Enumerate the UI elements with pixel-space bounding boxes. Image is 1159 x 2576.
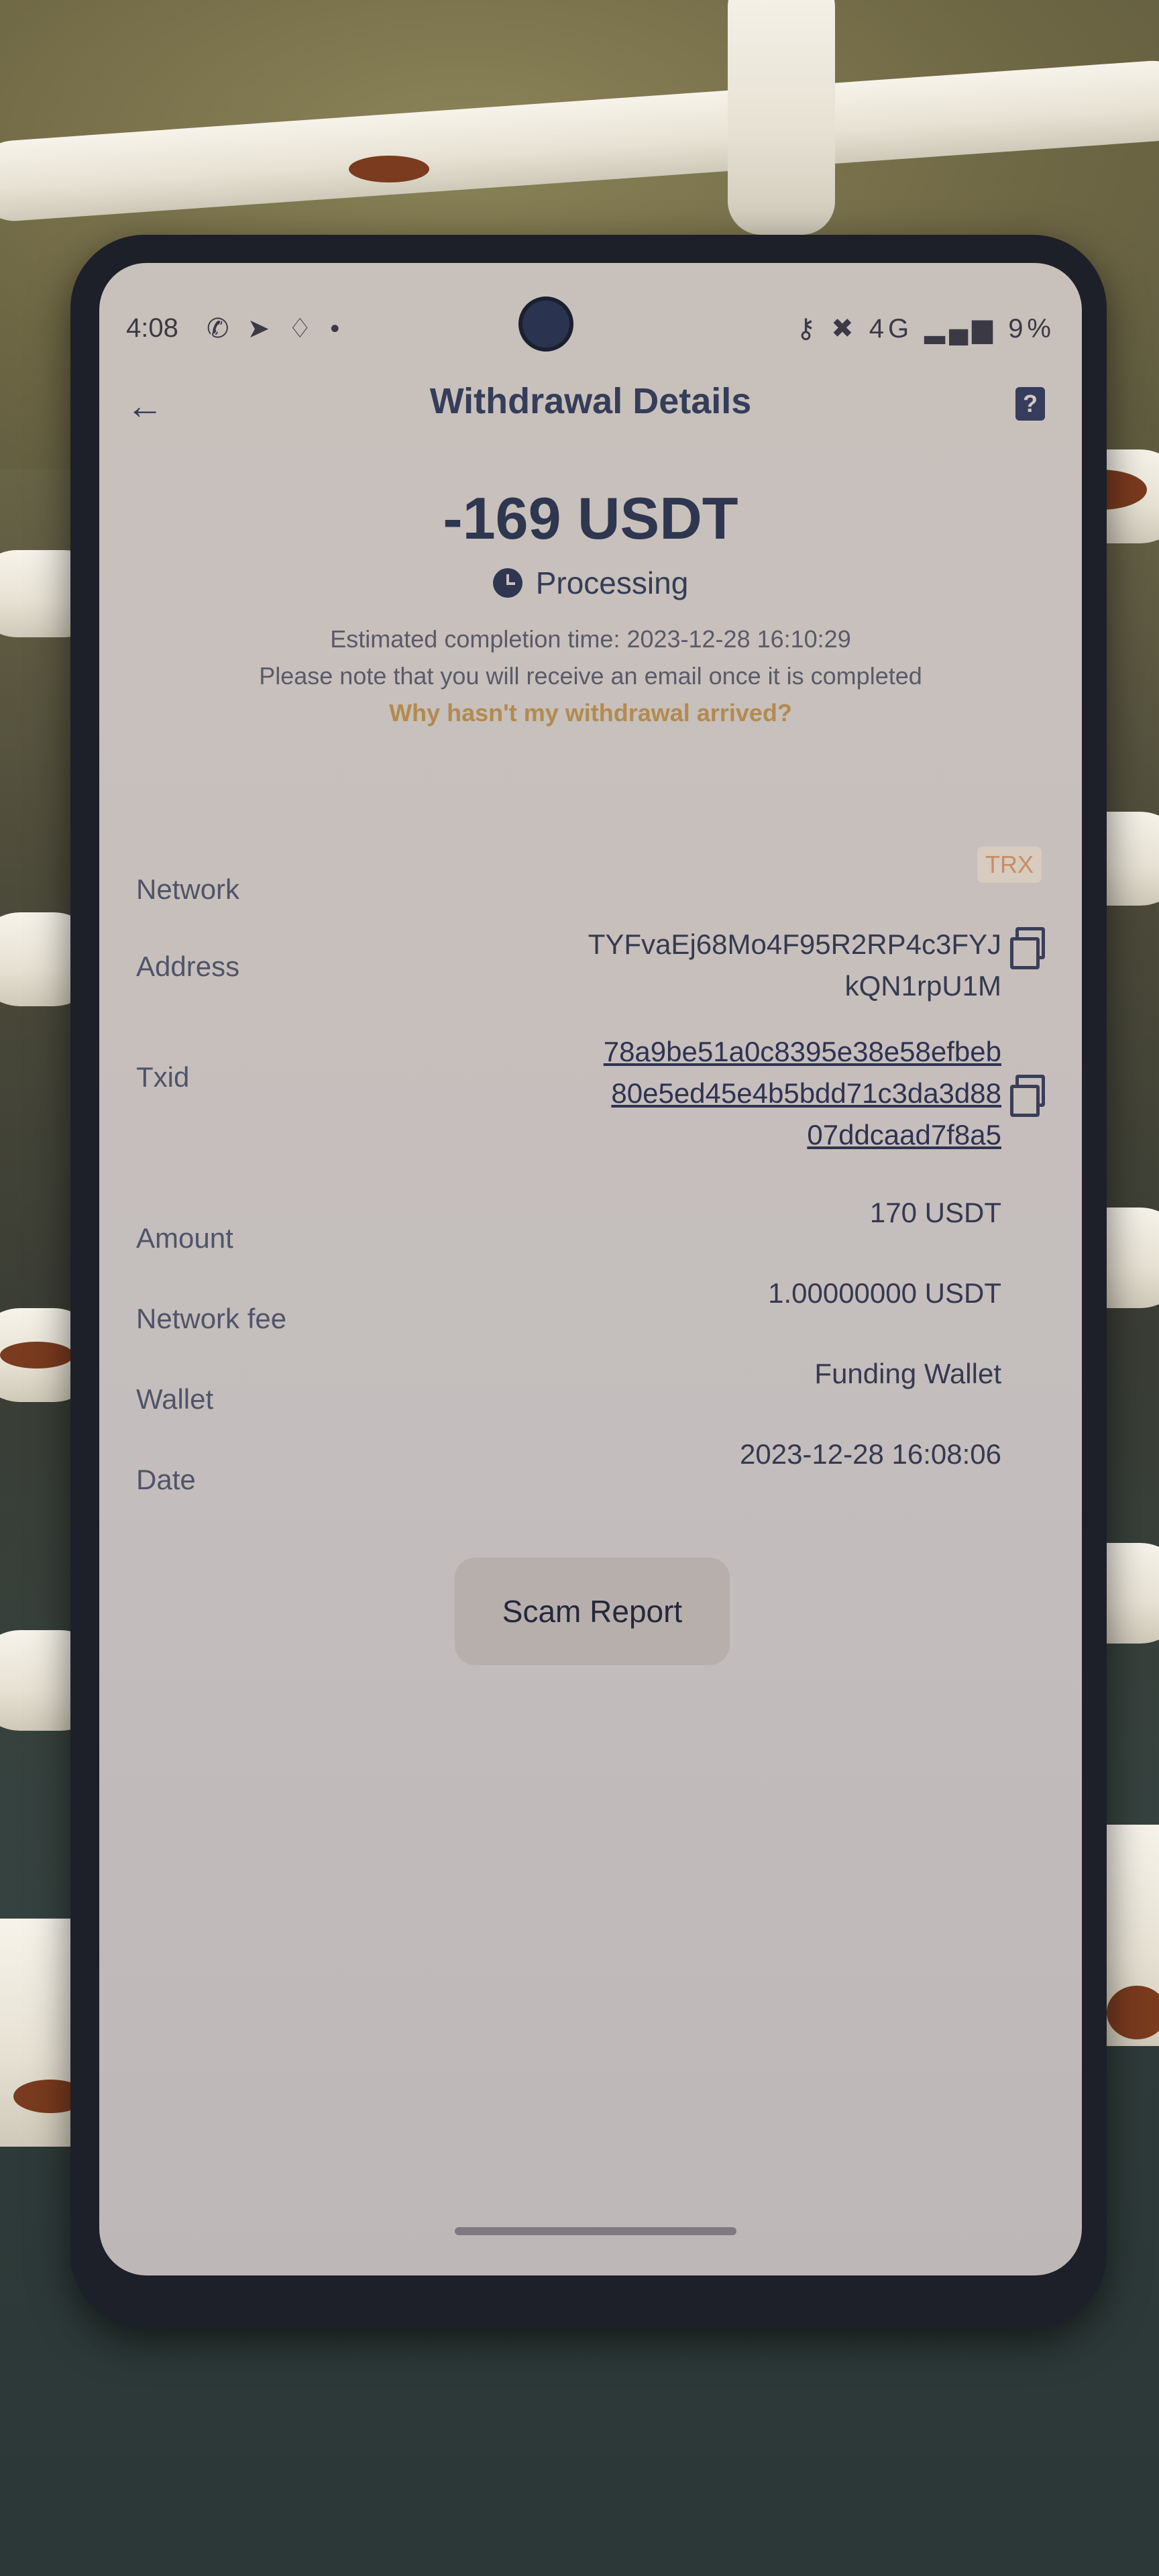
- signal-icons: ⚷ ✖ 4G ▂▄▆: [795, 314, 997, 343]
- front-camera: [518, 297, 573, 352]
- status-bar: 4:08 ✆ ➤ ♢ • ⚷ ✖ 4G ▂▄▆ 9%: [126, 313, 1055, 354]
- network-fee-value: 1.00000000 USDT: [768, 1277, 1001, 1309]
- app-header: ← Withdrawal Details ?: [99, 364, 1082, 437]
- rust-spot: [349, 156, 429, 182]
- phone-screen: 4:08 ✆ ➤ ♢ • ⚷ ✖ 4G ▂▄▆ 9% ← Withdrawal …: [99, 263, 1082, 2275]
- date-value: 2023-12-28 16:08:06: [740, 1438, 1001, 1470]
- network-label: Network: [136, 873, 240, 905]
- help-icon[interactable]: ?: [1015, 387, 1045, 421]
- email-note: Please note that you will receive an ema…: [259, 662, 922, 690]
- address-value: TYFvaEj68Mo4F95R2RP4c3FYJ kQN1rpU1M: [588, 924, 1001, 1007]
- notification-icons: ✆ ➤ ♢ •: [207, 314, 345, 343]
- clock-icon: [492, 568, 522, 598]
- scam-report-button[interactable]: Scam Report: [455, 1558, 730, 1665]
- txid-value[interactable]: 78a9be51a0c8395e38e58efbeb 80e5ed45e4b5b…: [604, 1031, 1001, 1156]
- withdrawal-amount: -169 USDT: [443, 485, 738, 551]
- address-line-2: kQN1rpU1M: [844, 970, 1001, 1002]
- status-time: 4:08: [126, 313, 178, 343]
- copy-txid-icon[interactable]: [1010, 1075, 1045, 1117]
- wallet-label: Wallet: [136, 1383, 214, 1415]
- copy-address-icon[interactable]: [1010, 927, 1045, 969]
- network-fee-label: Network fee: [136, 1303, 287, 1334]
- system-icons: ⚷ ✖ 4G ▂▄▆ 9%: [796, 313, 1055, 344]
- txid-label: Txid: [136, 1061, 190, 1093]
- page-title: Withdrawal Details: [429, 381, 752, 421]
- network-value: TRX: [977, 847, 1042, 883]
- status-text: Processing: [535, 566, 689, 600]
- date-label: Date: [136, 1464, 196, 1495]
- estimated-completion: Estimated completion time: 2023-12-28 16…: [330, 625, 851, 653]
- metal-rail-vertical: [728, 0, 835, 235]
- rust-spot: [0, 1342, 74, 1368]
- amount-value: 170 USDT: [869, 1197, 1001, 1228]
- why-not-arrived-link[interactable]: Why hasn't my withdrawal arrived?: [99, 699, 1082, 727]
- withdrawal-status: Processing: [99, 565, 1082, 601]
- address-label: Address: [136, 951, 240, 982]
- txid-line-2: 80e5ed45e4b5bdd71c3da3d88: [611, 1077, 1001, 1109]
- amount-label: Amount: [136, 1222, 233, 1254]
- wallet-value: Funding Wallet: [814, 1358, 1001, 1389]
- battery-level: 9%: [1008, 314, 1055, 343]
- txid-line-3: 07ddcaad7f8a5: [807, 1119, 1001, 1150]
- address-line-1: TYFvaEj68Mo4F95R2RP4c3FYJ: [588, 928, 1001, 960]
- home-indicator: [455, 2227, 736, 2235]
- txid-line-1: 78a9be51a0c8395e38e58efbeb: [603, 1036, 1001, 1067]
